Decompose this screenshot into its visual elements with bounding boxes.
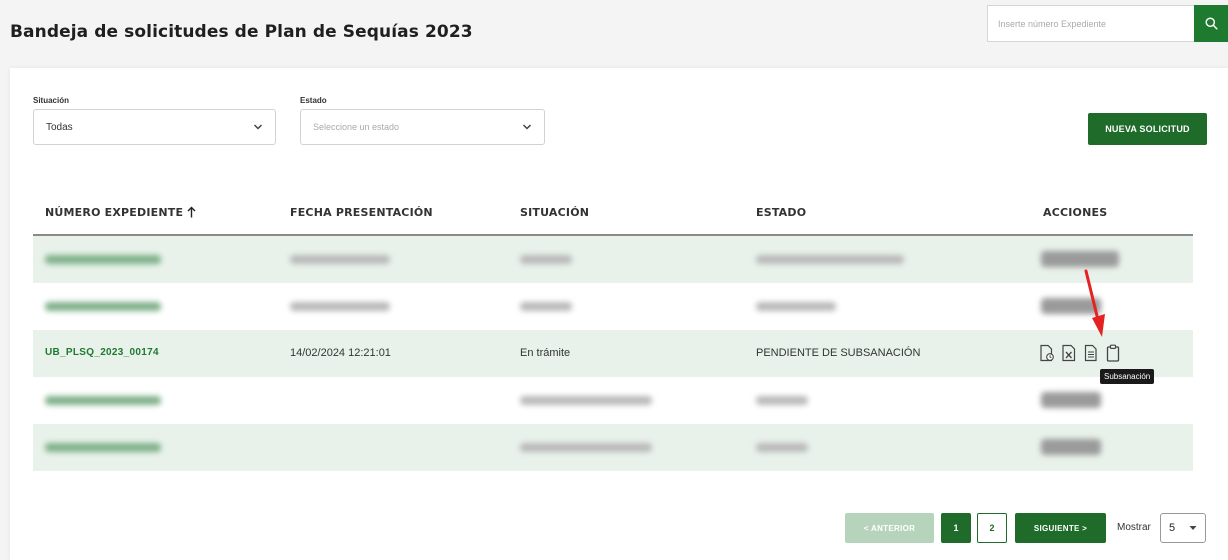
caret-down-icon [1189,526,1197,530]
document-clock-icon[interactable] [1038,343,1056,363]
previous-page-button[interactable]: < ANTERIOR [845,513,934,543]
clipboard-icon[interactable] [1104,343,1122,363]
redacted-expediente [45,396,161,405]
table-row: UB_PLSQ_2023_00174 14/02/2024 12:21:01 E… [33,330,1193,377]
estado-label: Estado [300,96,327,105]
redacted-estado [756,443,808,452]
requests-table: NÚMERO EXPEDIENTE FECHA PRESENTACIÓN SIT… [33,190,1193,471]
expediente-link[interactable]: UB_PLSQ_2023_00174 [45,347,159,358]
situacion-cell: En trámite [520,347,571,359]
search-icon [1204,17,1218,30]
search-input[interactable] [987,5,1194,42]
requests-card: Situación Todas Estado Seleccione un est… [10,68,1228,560]
fecha-cell: 14/02/2024 12:21:01 [290,347,391,359]
page-2-button[interactable]: 2 [977,513,1007,543]
redacted-actions [1041,251,1119,267]
page-title: Bandeja de solicitudes de Plan de Sequía… [10,22,473,42]
situacion-value: Todas [46,121,73,133]
excel-file-icon[interactable] [1060,343,1078,363]
column-header-fecha[interactable]: FECHA PRESENTACIÓN [290,206,433,219]
search-button[interactable] [1194,5,1228,42]
redacted-situacion [520,302,572,311]
column-header-acciones: ACCIONES [1043,206,1108,219]
estado-placeholder: Seleccione un estado [313,122,400,132]
sort-up-icon [187,206,196,218]
next-page-button[interactable]: SIGUIENTE > [1015,513,1106,543]
table-row [33,377,1193,424]
column-header-expediente[interactable]: NÚMERO EXPEDIENTE [45,206,196,219]
redacted-actions [1041,298,1101,314]
row-actions [1038,343,1122,363]
situacion-label: Situación [33,96,70,105]
redacted-expediente [45,255,161,264]
document-icon[interactable] [1082,343,1100,363]
page-size-select[interactable]: 5 [1160,513,1206,543]
redacted-estado [756,302,836,311]
redacted-actions [1041,392,1101,408]
redacted-estado [756,255,904,264]
estado-select[interactable]: Seleccione un estado [300,109,545,145]
page-size-value: 5 [1169,522,1176,534]
redacted-situacion [520,255,572,264]
estado-cell: PENDIENTE DE SUBSANACIÓN [756,347,921,359]
situacion-select[interactable]: Todas [33,109,276,145]
page-size-label: Mostrar [1117,522,1151,533]
redacted-situacion [520,443,652,452]
redacted-expediente [45,443,161,452]
new-request-button[interactable]: NUEVA SOLICITUD [1088,113,1207,145]
redacted-estado [756,396,808,405]
search-bar [987,5,1228,42]
redacted-fecha [290,255,390,264]
chevron-down-icon [253,124,263,130]
redacted-expediente [45,302,161,311]
table-row [33,283,1193,330]
table-header: NÚMERO EXPEDIENTE FECHA PRESENTACIÓN SIT… [33,190,1193,236]
table-row [33,424,1193,471]
column-header-situacion[interactable]: SITUACIÓN [520,206,589,219]
column-header-estado[interactable]: ESTADO [756,206,806,219]
chevron-down-icon [522,124,532,130]
redacted-situacion [520,396,652,405]
redacted-actions [1041,439,1101,455]
redacted-fecha [290,302,390,311]
subsanacion-tooltip: Subsanación [1100,369,1155,384]
page-1-button[interactable]: 1 [941,513,971,543]
table-row [33,236,1193,283]
